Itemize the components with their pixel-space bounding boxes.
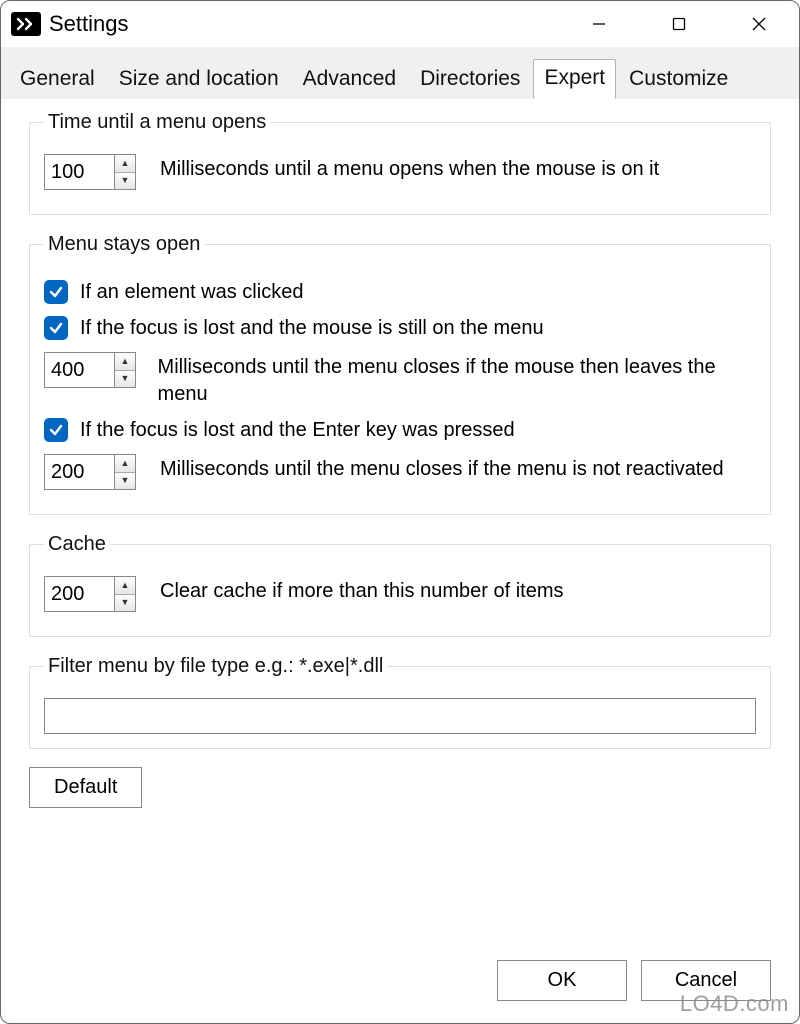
- cache-input[interactable]: [44, 576, 114, 612]
- settings-window: Settings General Size and location Advan…: [0, 0, 800, 1024]
- spin-up-icon[interactable]: ▲: [115, 577, 135, 595]
- legend-menu-open-time: Time until a menu opens: [44, 111, 270, 134]
- content-area: Time until a menu opens ▲ ▼ Milliseconds…: [1, 99, 799, 944]
- tab-size-and-location[interactable]: Size and location: [108, 60, 290, 99]
- menu-open-time-spinner[interactable]: ▲ ▼: [44, 154, 144, 190]
- menu-open-time-desc: Milliseconds until a menu opens when the…: [160, 154, 659, 183]
- menu-open-time-input[interactable]: [44, 154, 114, 190]
- minimize-button[interactable]: [559, 1, 639, 47]
- group-cache: Cache ▲ ▼ Clear cache if more than this …: [29, 533, 771, 637]
- window-controls: [559, 1, 799, 47]
- close-not-reactivated-spinner[interactable]: ▲ ▼: [44, 454, 144, 490]
- tab-customize[interactable]: Customize: [618, 60, 739, 99]
- checkbox-icon: [44, 316, 68, 340]
- legend-cache: Cache: [44, 533, 110, 556]
- close-mouse-leave-desc: Milliseconds until the menu closes if th…: [158, 352, 756, 408]
- close-not-reactivated-desc: Milliseconds until the menu closes if th…: [160, 454, 724, 483]
- titlebar: Settings: [1, 1, 799, 47]
- checkbox-icon: [44, 280, 68, 304]
- legend-filter: Filter menu by file type e.g.: *.exe|*.d…: [44, 655, 387, 678]
- check-focus-lost-enter[interactable]: If the focus is lost and the Enter key w…: [44, 418, 756, 442]
- maximize-button[interactable]: [639, 1, 719, 47]
- close-button[interactable]: [719, 1, 799, 47]
- dialog-footer: OK Cancel: [1, 944, 799, 1023]
- checkbox-icon: [44, 418, 68, 442]
- tab-advanced[interactable]: Advanced: [292, 60, 407, 99]
- spin-down-icon[interactable]: ▼: [115, 473, 135, 490]
- check-element-clicked-label: If an element was clicked: [80, 281, 303, 304]
- close-mouse-leave-spinner[interactable]: ▲ ▼: [44, 352, 142, 388]
- check-element-clicked[interactable]: If an element was clicked: [44, 280, 756, 304]
- window-title: Settings: [49, 11, 129, 37]
- cache-spinner[interactable]: ▲ ▼: [44, 576, 144, 612]
- spinner-buttons: ▲ ▼: [114, 154, 136, 190]
- cache-desc: Clear cache if more than this number of …: [160, 576, 564, 605]
- tab-expert[interactable]: Expert: [533, 59, 616, 99]
- spin-down-icon[interactable]: ▼: [115, 173, 135, 190]
- ok-button[interactable]: OK: [497, 960, 627, 1001]
- spin-up-icon[interactable]: ▲: [115, 353, 135, 371]
- spin-up-icon[interactable]: ▲: [115, 155, 135, 173]
- spinner-buttons: ▲ ▼: [114, 576, 136, 612]
- legend-menu-stays-open: Menu stays open: [44, 233, 204, 256]
- spinner-buttons: ▲ ▼: [114, 352, 136, 388]
- tab-general[interactable]: General: [9, 60, 106, 99]
- spinner-buttons: ▲ ▼: [114, 454, 136, 490]
- check-focus-lost-mouse[interactable]: If the focus is lost and the mouse is st…: [44, 316, 756, 340]
- cancel-button[interactable]: Cancel: [641, 960, 771, 1001]
- group-menu-open-time: Time until a menu opens ▲ ▼ Milliseconds…: [29, 111, 771, 215]
- group-menu-stays-open: Menu stays open If an element was clicke…: [29, 233, 771, 515]
- spin-up-icon[interactable]: ▲: [115, 455, 135, 473]
- close-mouse-leave-input[interactable]: [44, 352, 114, 388]
- tab-directories[interactable]: Directories: [409, 60, 531, 99]
- group-filter: Filter menu by file type e.g.: *.exe|*.d…: [29, 655, 771, 749]
- check-focus-lost-mouse-label: If the focus is lost and the mouse is st…: [80, 317, 544, 340]
- check-focus-lost-enter-label: If the focus is lost and the Enter key w…: [80, 419, 515, 442]
- spin-down-icon[interactable]: ▼: [115, 371, 135, 388]
- app-icon: [11, 12, 41, 36]
- spin-down-icon[interactable]: ▼: [115, 595, 135, 612]
- default-button[interactable]: Default: [29, 767, 142, 808]
- filter-input[interactable]: [44, 698, 756, 734]
- tabstrip: General Size and location Advanced Direc…: [1, 47, 799, 99]
- close-not-reactivated-input[interactable]: [44, 454, 114, 490]
